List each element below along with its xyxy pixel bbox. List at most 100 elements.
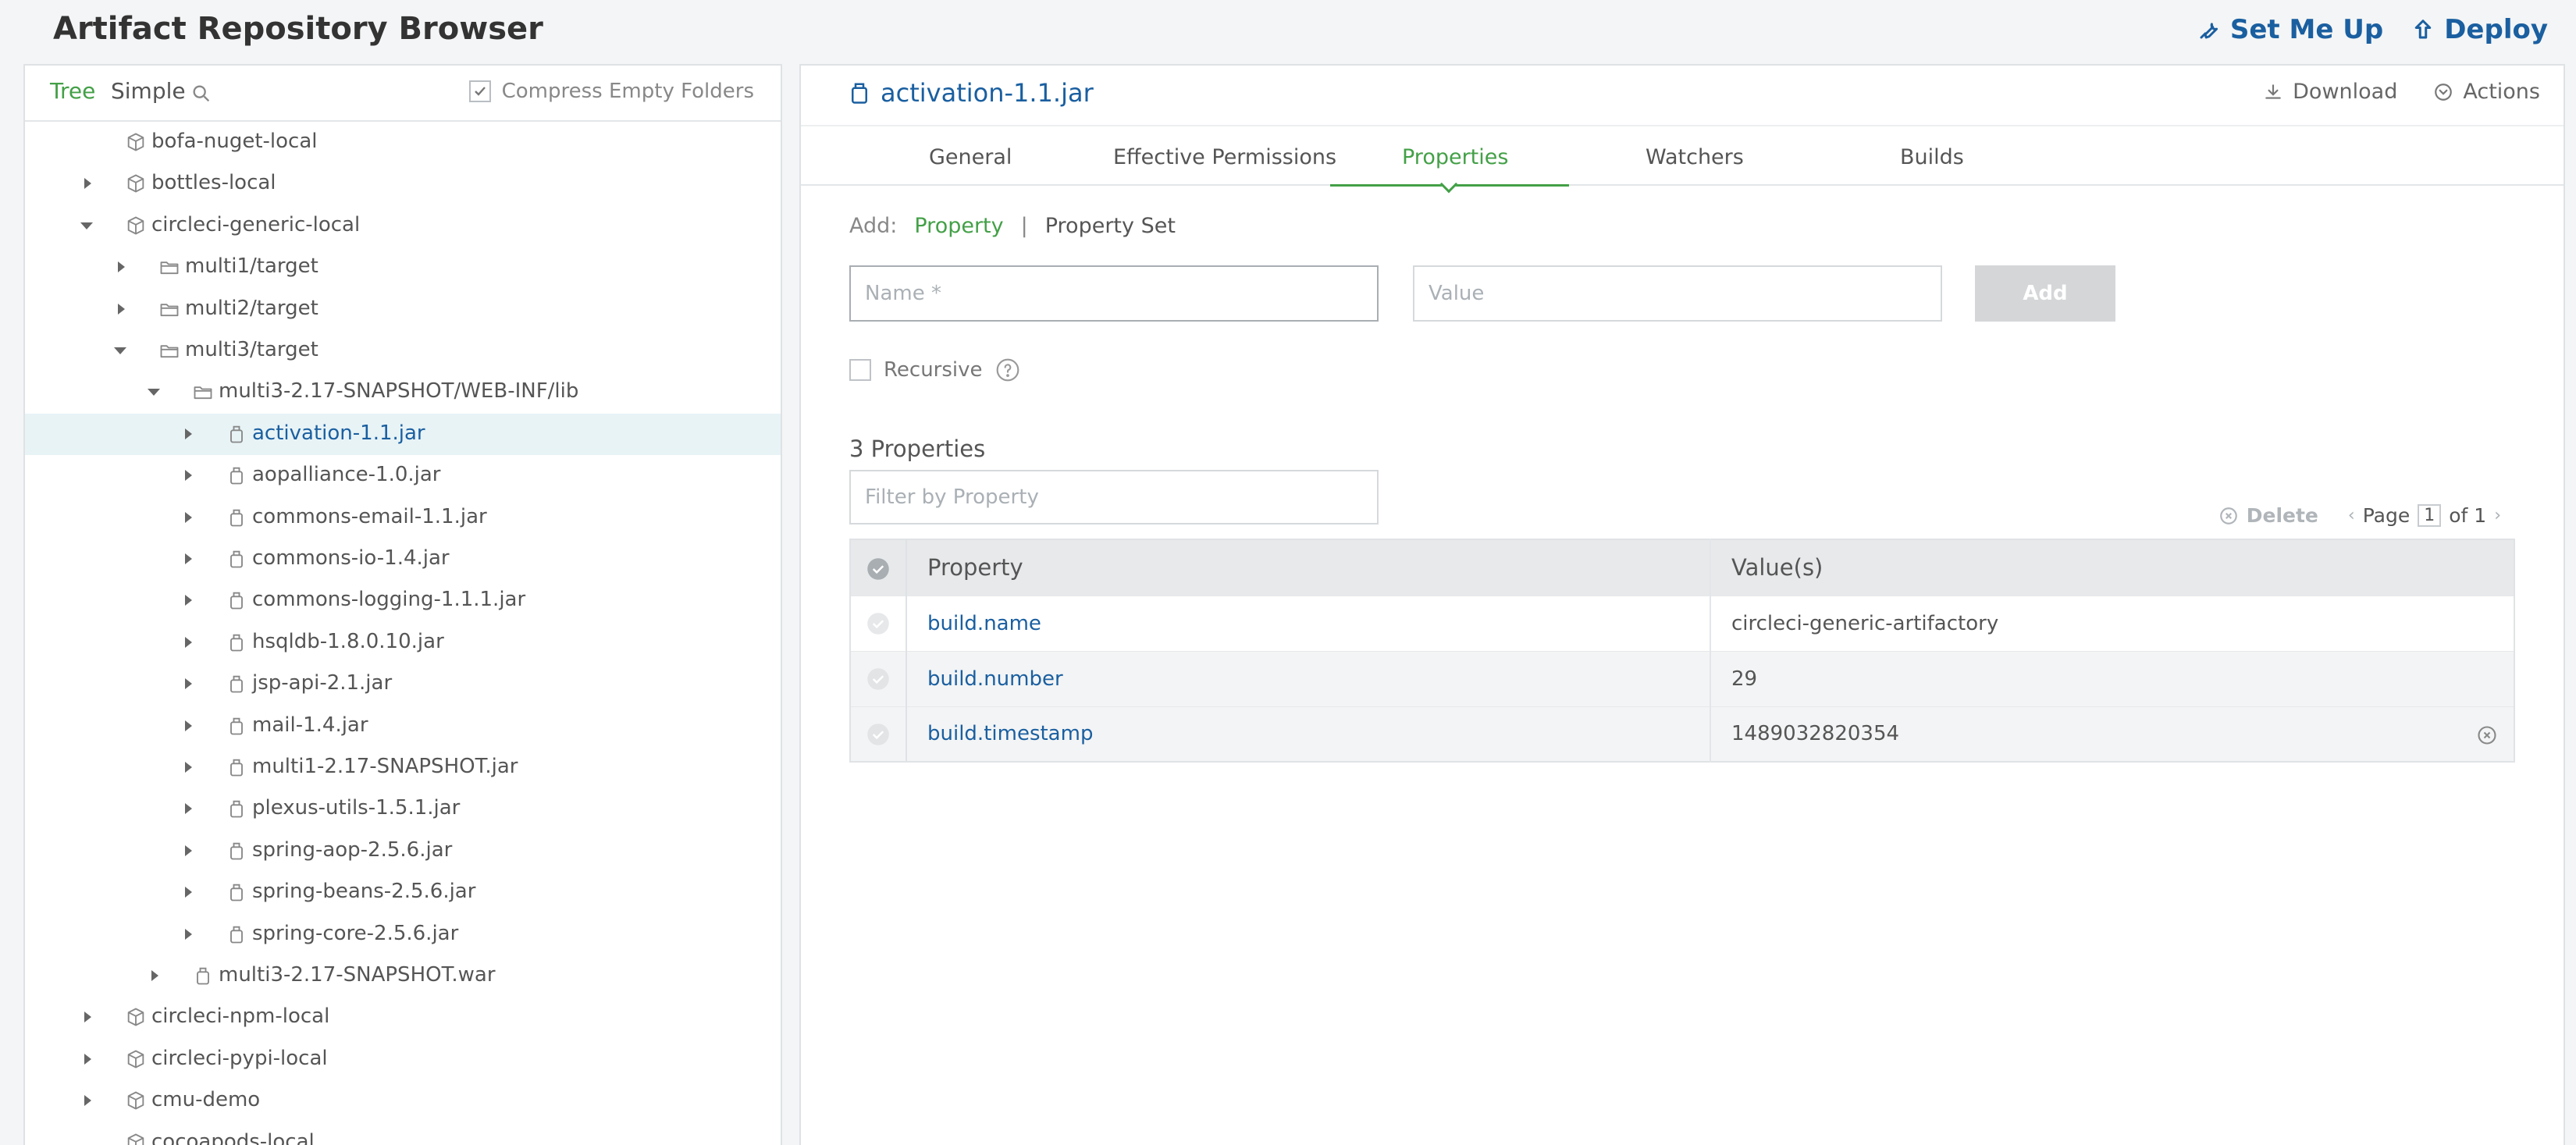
table-row[interactable]: build.number 29 <box>850 651 2514 706</box>
tree-node[interactable]: hsqldb-1.8.0.10.jar <box>25 622 781 663</box>
recursive-checkbox[interactable] <box>849 359 871 381</box>
tab-simple[interactable]: Simple <box>111 78 186 104</box>
row-select-cell[interactable] <box>850 596 906 651</box>
chevron-right-icon[interactable] <box>80 174 97 193</box>
select-all-check-icon[interactable] <box>866 557 890 581</box>
tree-node[interactable]: plexus-utils-1.5.1.jar <box>25 788 781 830</box>
chevron-down-icon[interactable] <box>145 382 162 401</box>
chevron-right-icon[interactable] <box>80 1008 97 1026</box>
tree-node[interactable]: bofa-nuget-local <box>25 122 781 163</box>
chevron-right-icon[interactable] <box>113 258 130 276</box>
jar-file-icon <box>192 965 214 987</box>
chevron-right-icon[interactable] <box>180 466 197 485</box>
tree-node[interactable]: multi3-2.17-SNAPSHOT.war <box>25 955 781 997</box>
chevron-right-icon[interactable] <box>80 1091 97 1110</box>
chevron-right-icon[interactable] <box>113 300 130 318</box>
tab-tree[interactable]: Tree <box>50 78 95 104</box>
tree-node[interactable]: circleci-pypi-local <box>25 1039 781 1080</box>
tab-effective-permissions[interactable]: Effective Permissions <box>1113 145 1336 169</box>
tab-properties[interactable]: Properties <box>1402 145 1508 169</box>
property-name-cell[interactable]: build.timestamp <box>906 706 1710 762</box>
header-values[interactable]: Value(s) <box>1710 539 2514 596</box>
tree-node[interactable]: aopalliance-1.0.jar <box>25 455 781 496</box>
select-all-cell[interactable] <box>850 539 906 596</box>
compress-checkbox[interactable] <box>469 80 491 102</box>
chevron-right-icon[interactable] <box>180 758 197 777</box>
chevron-right-icon[interactable] <box>180 591 197 610</box>
chevron-right-icon[interactable] <box>180 799 197 818</box>
deploy-button[interactable]: Deploy <box>2411 14 2548 45</box>
delete-button[interactable]: Delete <box>2218 504 2318 527</box>
chevron-down-icon[interactable] <box>78 216 95 235</box>
tree-node[interactable]: activation-1.1.jar <box>25 414 781 455</box>
recursive-label: Recursive <box>884 358 983 382</box>
chevron-down-icon[interactable] <box>112 341 129 360</box>
tree-node[interactable]: mail-1.4.jar <box>25 706 781 747</box>
filter-by-property-input[interactable] <box>849 470 1379 524</box>
tab-general[interactable]: General <box>929 145 1012 169</box>
compress-empty-folders[interactable]: Compress Empty Folders <box>469 80 754 103</box>
page-number-input[interactable]: 1 <box>2418 504 2441 527</box>
chevron-right-icon[interactable] <box>180 425 197 443</box>
chevron-right-icon[interactable] <box>147 966 164 985</box>
add-property-link[interactable]: Property <box>914 214 1003 238</box>
table-header-row: Property Value(s) <box>850 539 2514 596</box>
actions-menu-button[interactable]: Actions <box>2433 80 2540 104</box>
property-value-cell: circleci-generic-artifactory <box>1710 596 2514 651</box>
set-me-up-button[interactable]: Set Me Up <box>2197 14 2383 45</box>
tree-node[interactable]: jsp-api-2.1.jar <box>25 663 781 705</box>
chevron-right-icon[interactable] <box>180 925 197 944</box>
tree-node[interactable]: bottles-local <box>25 163 781 204</box>
tree-node[interactable]: cocoapods-local <box>25 1122 781 1145</box>
tab-builds[interactable]: Builds <box>1900 145 1964 169</box>
search-icon[interactable] <box>190 83 212 105</box>
tree-node[interactable]: commons-io-1.4.jar <box>25 539 781 580</box>
recursive-option[interactable]: Recursive <box>849 357 1020 382</box>
property-name-cell[interactable]: build.number <box>906 651 1710 706</box>
chevron-right-icon[interactable] <box>80 1050 97 1069</box>
chevron-right-icon[interactable] <box>180 717 197 735</box>
chevron-right-icon[interactable] <box>180 549 197 568</box>
chevron-right-icon[interactable] <box>180 508 197 527</box>
tree-node[interactable]: spring-aop-2.5.6.jar <box>25 830 781 872</box>
chevron-right-icon[interactable] <box>180 674 197 693</box>
tree-node[interactable]: circleci-generic-local <box>25 205 781 247</box>
add-property-set-link[interactable]: Property Set <box>1045 214 1176 238</box>
tree-node[interactable]: cmu-demo <box>25 1080 781 1122</box>
download-button[interactable]: Download <box>2263 80 2397 104</box>
chevron-right-icon[interactable] <box>180 883 197 901</box>
tree-node[interactable]: multi1-2.17-SNAPSHOT.jar <box>25 747 781 788</box>
next-page-icon[interactable]: › <box>2494 506 2501 525</box>
deploy-label: Deploy <box>2444 14 2548 45</box>
property-name-cell[interactable]: build.name <box>906 596 1710 651</box>
help-icon[interactable] <box>995 357 1020 382</box>
row-check-icon[interactable] <box>866 667 890 691</box>
header-property[interactable]: Property <box>906 539 1710 596</box>
chevron-right-icon[interactable] <box>180 841 197 860</box>
tab-watchers[interactable]: Watchers <box>1646 145 1744 169</box>
add-property-button[interactable]: Add <box>1975 265 2115 322</box>
tree-node[interactable]: spring-beans-2.5.6.jar <box>25 872 781 913</box>
tree-node[interactable]: commons-logging-1.1.1.jar <box>25 580 781 621</box>
tree-node[interactable]: multi3-2.17-SNAPSHOT/WEB-INF/lib <box>25 372 781 413</box>
prev-page-icon[interactable]: ‹ <box>2348 506 2355 525</box>
remove-row-icon[interactable] <box>2476 724 2498 746</box>
folder-open-icon <box>158 340 180 361</box>
property-name-input[interactable] <box>849 265 1379 322</box>
chevron-right-icon[interactable] <box>180 633 197 652</box>
row-check-icon[interactable] <box>866 723 890 746</box>
table-row[interactable]: build.name circleci-generic-artifactory <box>850 596 2514 651</box>
tree-node[interactable]: commons-email-1.1.jar <box>25 497 781 539</box>
download-label: Download <box>2293 80 2397 104</box>
tree-node[interactable]: multi2/target <box>25 289 781 330</box>
tree-node[interactable]: multi1/target <box>25 247 781 288</box>
property-value-input[interactable] <box>1413 265 1942 322</box>
tree-node[interactable]: spring-core-2.5.6.jar <box>25 914 781 955</box>
jar-file-icon <box>226 548 247 570</box>
row-select-cell[interactable] <box>850 651 906 706</box>
tree-node[interactable]: multi3/target <box>25 330 781 372</box>
row-check-icon[interactable] <box>866 612 890 635</box>
tree-node[interactable]: circleci-npm-local <box>25 997 781 1038</box>
row-select-cell[interactable] <box>850 706 906 762</box>
table-row[interactable]: build.timestamp 1489032820354 <box>850 706 2514 762</box>
